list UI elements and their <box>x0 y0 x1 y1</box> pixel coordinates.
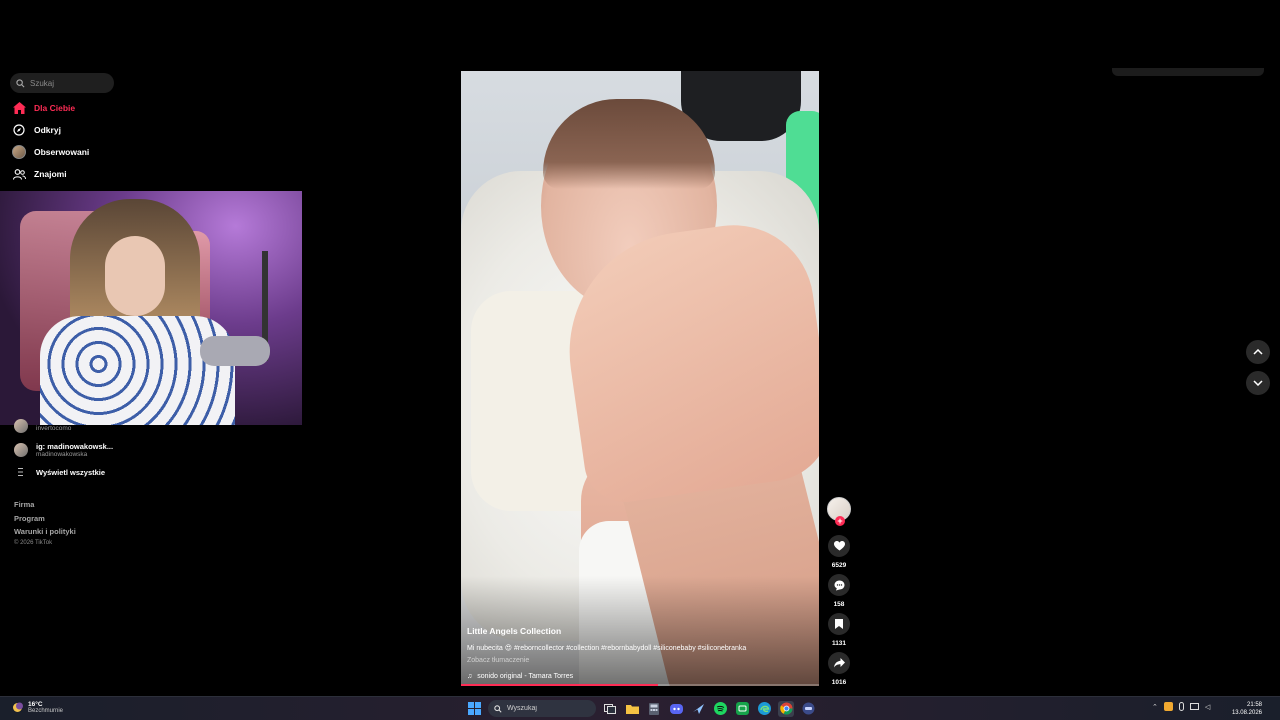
file-explorer-icon[interactable] <box>624 701 640 717</box>
previous-video-button[interactable] <box>1246 340 1270 364</box>
microphone-icon[interactable] <box>1178 702 1184 711</box>
microphone <box>200 336 270 366</box>
bookmark-icon <box>835 619 843 629</box>
footer-link-terms[interactable]: Warunki i polityki <box>14 527 76 536</box>
windows-start-icon[interactable] <box>466 701 482 717</box>
calculator-icon[interactable] <box>646 701 662 717</box>
app-tray-icon[interactable] <box>1163 702 1173 711</box>
system-tray: ⌃ ◁ <box>1152 702 1210 711</box>
heart-icon <box>833 541 845 551</box>
discord-icon[interactable] <box>668 701 684 717</box>
chevron-down-icon <box>1253 380 1263 386</box>
nav-friends[interactable]: Znajomi <box>12 167 67 181</box>
comment-action: 158 <box>827 574 851 608</box>
clock-time: 21:58 <box>1246 702 1262 708</box>
nav-following[interactable]: Obserwowani <box>12 145 89 159</box>
copyright: © 2026 TikTok <box>14 540 53 546</box>
weather-temperature: 16°C <box>28 701 43 708</box>
next-video-button[interactable] <box>1246 371 1270 395</box>
like-button[interactable] <box>828 535 850 557</box>
progress-fill <box>461 684 658 686</box>
comment-count: 158 <box>833 601 845 608</box>
spotify-icon[interactable] <box>712 701 728 717</box>
nav-label: Odkryj <box>34 125 61 135</box>
video-sound[interactable]: ♫ sonido original - Tamara Torres <box>467 673 807 680</box>
save-button[interactable] <box>828 613 850 635</box>
nav-label: Dla Ciebie <box>34 103 76 113</box>
clock[interactable]: 21:58 13.08.2026 <box>1228 701 1262 717</box>
save-count: 1131 <box>831 640 847 647</box>
avatar <box>12 145 26 159</box>
windows-taskbar: 16°C Bezchmurnie ⌃ <box>0 696 1280 720</box>
account-handle: madinowakowska <box>36 451 88 458</box>
app-icon[interactable] <box>800 701 816 717</box>
taskbar-search[interactable] <box>488 700 596 717</box>
comment-button[interactable] <box>828 574 850 596</box>
video-info: Little Angels Collection Mi nubecita 😍 #… <box>467 626 807 680</box>
clock-date: 13.08.2026 <box>1231 710 1262 716</box>
following-account[interactable]: ig: madinowakowsk... madinowakowska <box>14 442 113 458</box>
friends-icon <box>12 167 26 181</box>
edge-icon[interactable] <box>756 701 772 717</box>
see-translation-link[interactable]: Zobacz tłumaczenie <box>467 657 807 664</box>
share-action: 1016 <box>827 652 851 686</box>
account-name: ig: madinowakowsk... <box>36 442 114 451</box>
chevron-up-icon[interactable]: ⌃ <box>1152 703 1158 711</box>
weather-moon-icon <box>13 702 23 712</box>
nav-for-you[interactable]: Dla Ciebie <box>12 101 75 115</box>
tiktok-window: Dla Ciebie Odkryj Obserwowani Znajomi in… <box>0 0 1280 720</box>
following-account[interactable]: invertocomo <box>14 419 71 433</box>
weather-condition: Bezchmurnie <box>28 708 64 714</box>
avatar <box>14 419 28 433</box>
top-right-bar <box>1112 68 1264 76</box>
monitor-icon[interactable] <box>1189 703 1199 710</box>
taskbar-apps <box>466 700 816 717</box>
footer-link-program[interactable]: Program <box>14 514 45 523</box>
steam-icon[interactable] <box>690 701 706 717</box>
video-progress-bar[interactable] <box>461 684 819 686</box>
share-count: 1016 <box>831 679 847 686</box>
show-all-label: Wyświetl wszystkie <box>36 467 106 477</box>
comment-icon <box>834 580 844 590</box>
save-action: 1131 <box>827 613 851 647</box>
chrome-icon[interactable] <box>778 700 794 717</box>
like-action: 6529 <box>827 535 851 569</box>
footer-link-company[interactable]: Firma <box>14 500 34 509</box>
search-icon <box>494 704 502 713</box>
weather-widget[interactable]: 16°C Bezchmurnie <box>12 701 63 714</box>
music-note-icon: ♫ <box>467 673 473 680</box>
share-icon <box>833 658 845 668</box>
search-box[interactable] <box>10 73 114 93</box>
nav-label: Obserwowani <box>34 147 90 157</box>
list-icon <box>18 468 23 476</box>
task-view-icon[interactable] <box>602 701 618 717</box>
follow-plus-icon[interactable]: + <box>835 516 845 526</box>
search-input[interactable] <box>30 78 108 88</box>
search-icon <box>16 78 25 87</box>
show-all-button[interactable]: Wyświetl wszystkie <box>14 467 105 477</box>
taskbar-search-input[interactable] <box>507 705 587 712</box>
video-player[interactable]: Little Angels Collection Mi nubecita 😍 #… <box>461 71 819 686</box>
nav-label: Znajomi <box>34 169 67 179</box>
video-description: Mi nubecita 😍 #reborncollector #collecti… <box>467 645 747 652</box>
home-icon <box>12 101 26 115</box>
account-handle: invertocomo <box>36 425 72 432</box>
avatar <box>14 443 28 457</box>
sound-label: sonido original - Tamara Torres <box>477 673 574 680</box>
volume-icon[interactable]: ◁ <box>1205 703 1210 711</box>
nav-explore[interactable]: Odkryj <box>12 123 61 137</box>
video-author[interactable]: Little Angels Collection <box>467 626 807 636</box>
xbox-app-icon[interactable] <box>734 701 750 717</box>
chevron-up-icon <box>1253 349 1263 355</box>
like-count: 6529 <box>831 562 847 569</box>
share-button[interactable] <box>828 652 850 674</box>
webcam-overlay <box>0 191 302 425</box>
compass-icon <box>12 123 26 137</box>
